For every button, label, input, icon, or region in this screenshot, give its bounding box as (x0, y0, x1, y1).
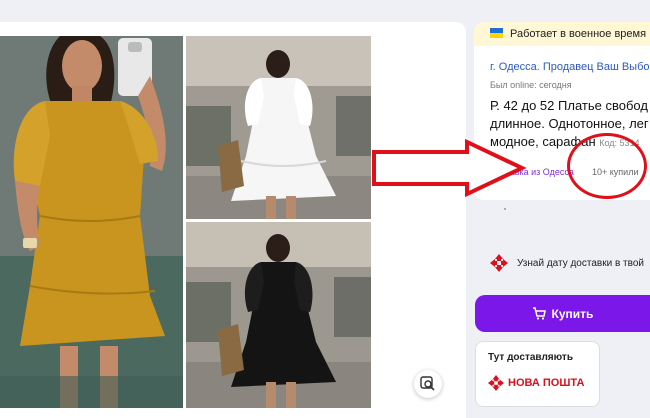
ukraine-flag-icon (490, 28, 503, 38)
delivery-date-row[interactable]: Узнай дату доставки в твой (474, 248, 650, 280)
seller-link[interactable]: г. Одесса. Продавец Ваш Выбор (490, 61, 650, 73)
nova-poshta-logo-icon (490, 254, 508, 272)
divider-dot (504, 208, 506, 210)
banner-text: Работает в военное время (510, 28, 647, 40)
white-dress-illustration (186, 36, 371, 219)
zoom-search-icon (420, 376, 435, 391)
nova-poshta-icon (488, 375, 504, 391)
buy-button[interactable]: Купить (475, 295, 650, 332)
title-line: Р. 42 до 52 Платье свобод (490, 98, 648, 113)
black-dress-illustration (186, 222, 371, 408)
nova-poshta-logo: НОВА ПОШТА (488, 375, 584, 391)
nova-poshta-text: НОВА ПОШТА (508, 377, 585, 389)
annotation-arrow (372, 138, 527, 198)
title-line: длинное. Однотонное, лег (490, 116, 649, 131)
zoom-button[interactable] (414, 370, 442, 398)
top-strip (0, 0, 650, 8)
product-photo-white-dress[interactable] (186, 36, 371, 219)
annotation-circle (567, 133, 647, 199)
product-photo-mustard-dress[interactable] (0, 36, 183, 408)
product-photo-black-dress[interactable] (186, 222, 371, 408)
delivery-carrier-label: Тут доставляють (488, 352, 573, 363)
cart-icon (532, 307, 546, 320)
mustard-dress-illustration (0, 36, 183, 408)
online-status: Был online: сегодня (490, 80, 572, 90)
buy-button-label: Купить (551, 306, 594, 321)
delivery-carrier-card[interactable]: Тут доставляють НОВА ПОШТА (475, 341, 600, 407)
wartime-banner: Работает в военное время (474, 22, 650, 46)
delivery-date-text: Узнай дату доставки в твой (517, 258, 644, 269)
